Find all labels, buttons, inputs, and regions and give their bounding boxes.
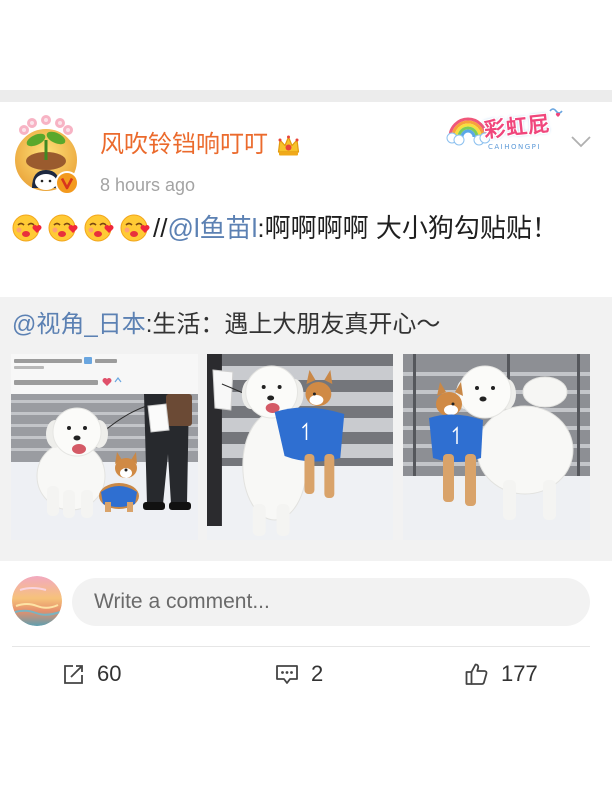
divider <box>12 646 590 647</box>
dog-photo-3 <box>403 354 590 540</box>
comment-count: 2 <box>311 661 324 686</box>
like-button[interactable]: 177 <box>464 660 538 688</box>
repost-button[interactable]: 60 <box>62 660 121 688</box>
kissing-heart-emoji-icon <box>120 214 150 242</box>
chevron-down-icon[interactable] <box>570 134 592 150</box>
post-text: //@l鱼苗l:啊啊啊啊 大小狗勾贴贴！ <box>12 208 594 248</box>
repost-image-3[interactable] <box>403 354 590 540</box>
rainbow-badge[interactable]: 彩虹屁 CAIHONGPI <box>446 103 568 163</box>
repost-image-1[interactable] <box>11 354 198 540</box>
kissing-heart-emoji-icon <box>48 214 78 242</box>
dog-photo-2 <box>207 354 393 540</box>
commenter-avatar[interactable] <box>12 576 62 626</box>
kissing-heart-emoji-icon <box>12 214 42 242</box>
comment-icon <box>276 664 298 684</box>
verified-badge-icon <box>55 171 79 195</box>
dog-photo-1 <box>11 354 198 540</box>
crown-icon[interactable] <box>276 134 301 157</box>
author-username[interactable]: 风吹铃铛响叮叮 <box>100 130 268 160</box>
repost-mention-link[interactable]: @视角_日本 <box>12 311 146 338</box>
top-separator-band <box>0 90 612 102</box>
repost-image-2[interactable] <box>207 354 393 540</box>
post-mention-link[interactable]: @l鱼苗l <box>167 213 257 243</box>
comment-input[interactable] <box>72 578 590 626</box>
post-text-body: :啊啊啊啊 大小狗勾贴贴！ <box>257 213 558 243</box>
repost-count: 60 <box>97 661 122 686</box>
badge-subtitle: CAIHONGPI <box>488 143 541 151</box>
kissing-heart-emoji-icon <box>84 214 114 242</box>
like-count: 177 <box>501 661 538 686</box>
repost-text-body: :生活：遇上大朋友真开心～ <box>145 311 441 338</box>
author-name-row: 风吹铃铛响叮叮 <box>100 130 301 160</box>
like-icon <box>465 663 488 685</box>
repost-text: @视角_日本:生活：遇上大朋友真开心～ <box>12 309 600 341</box>
author-avatar[interactable] <box>10 114 82 195</box>
sunset-painting-avatar-icon <box>12 576 62 626</box>
comment-button[interactable]: 2 <box>275 660 323 688</box>
post-text-prefix: // <box>153 213 168 243</box>
repost-icon <box>64 664 83 684</box>
post-timestamp: 8 hours ago <box>100 175 196 195</box>
repost-card[interactable]: @视角_日本:生活：遇上大朋友真开心～ <box>0 297 612 561</box>
